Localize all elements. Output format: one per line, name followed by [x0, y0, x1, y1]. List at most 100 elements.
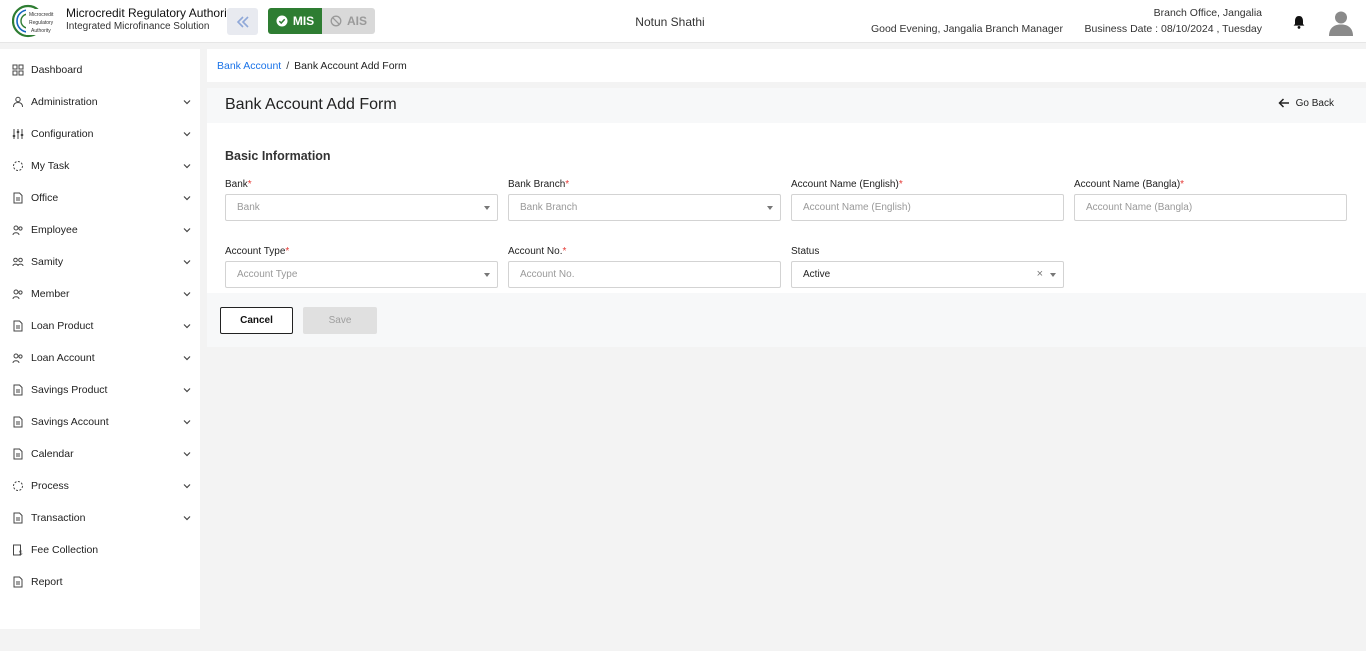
logo-line-2: Regulatory	[29, 20, 54, 26]
bank-select-placeholder: Bank	[237, 202, 260, 213]
sidebar-item-calendar[interactable]: Calendar	[0, 438, 200, 470]
sidebar-item-office[interactable]: Office	[0, 182, 200, 214]
account-name-bangla-label: Account Name (Bangla)*	[1074, 179, 1185, 190]
sidebar-item-label: Loan Account	[31, 352, 95, 364]
cancel-button[interactable]: Cancel	[220, 307, 293, 334]
chevron-down-icon	[182, 193, 192, 203]
status-select-value: Active	[803, 269, 831, 280]
ban-icon	[330, 15, 342, 27]
avatar[interactable]	[1328, 9, 1354, 36]
bank-select[interactable]: Bank	[225, 194, 498, 221]
samity-icon	[12, 256, 24, 268]
sidebar-item-my-task[interactable]: My Task	[0, 150, 200, 182]
chevron-down-icon	[182, 481, 192, 491]
mra-logo: Microcredit Regulatory Authority	[12, 4, 60, 38]
sidebar-item-savings-product[interactable]: Savings Product	[0, 374, 200, 406]
business-date: Business Date : 08/10/2024 , Tuesday	[1084, 23, 1262, 35]
sidebar-item-label: Transaction	[31, 512, 86, 524]
logo-line-3: Authority	[31, 28, 51, 34]
sidebar-item-samity[interactable]: Samity	[0, 246, 200, 278]
sidebar-item-fee-collection[interactable]: $ Fee Collection	[0, 534, 200, 566]
app-name: Notun Shathi	[635, 15, 705, 29]
account-name-bangla-input[interactable]: Account Name (Bangla)	[1074, 194, 1347, 221]
fee-collection-icon: $	[12, 544, 24, 556]
sidebar-item-member[interactable]: Member	[0, 278, 200, 310]
sidebar-item-transaction[interactable]: Transaction	[0, 502, 200, 534]
chevron-down-icon	[182, 225, 192, 235]
account-type-label: Account Type*	[225, 246, 290, 257]
sidebar-item-loan-account[interactable]: Loan Account	[0, 342, 200, 374]
chevron-down-icon	[182, 97, 192, 107]
administration-icon	[12, 96, 24, 108]
account-name-english-label: Account Name (English)*	[791, 179, 903, 190]
save-button[interactable]: Save	[303, 307, 377, 334]
mode-mis-label: MIS	[292, 14, 315, 28]
bank-label: Bank*	[225, 179, 252, 190]
check-circle-icon	[276, 15, 288, 27]
breadcrumb: Bank Account / Bank Account Add Form	[207, 49, 1366, 82]
sidebar-item-label: Administration	[31, 96, 98, 108]
breadcrumb-bank-account-link[interactable]: Bank Account	[217, 60, 281, 72]
caret-down-icon	[484, 206, 490, 210]
account-no-label: Account No.*	[508, 246, 567, 257]
user-greeting: Good Evening, Jangalia Branch Manager	[870, 23, 1063, 35]
form-actions: Cancel Save	[207, 293, 1366, 347]
task-icon	[12, 160, 24, 172]
sidebar-collapse-button[interactable]	[227, 8, 258, 35]
sidebar-item-loan-product[interactable]: Loan Product	[0, 310, 200, 342]
configuration-icon	[12, 128, 24, 140]
sidebar-item-label: Configuration	[31, 128, 94, 140]
chevron-down-icon	[182, 161, 192, 171]
sidebar-item-savings-account[interactable]: Savings Account	[0, 406, 200, 438]
sidebar-item-administration[interactable]: Administration	[0, 86, 200, 118]
chevron-down-icon	[182, 513, 192, 523]
account-type-select-placeholder: Account Type	[237, 269, 298, 280]
sidebar-item-dashboard[interactable]: Dashboard	[0, 54, 200, 86]
sidebar-item-label: Dashboard	[31, 64, 83, 76]
sidebar-item-label: Savings Account	[31, 416, 109, 428]
account-name-english-placeholder: Account Name (English)	[803, 202, 911, 213]
caret-down-icon	[1050, 273, 1056, 277]
sidebar: Dashboard Administration Configuration My T…	[0, 49, 200, 629]
bank-branch-select-placeholder: Bank Branch	[520, 202, 578, 213]
org-name: Microcredit Regulatory Authority	[66, 6, 237, 20]
chevron-down-icon	[182, 321, 192, 331]
mode-ais-button[interactable]: AIS	[322, 8, 375, 34]
bank-account-form: Basic Information Bank* Bank Bank Branch…	[207, 123, 1366, 293]
sidebar-item-process[interactable]: Process	[0, 470, 200, 502]
account-type-select[interactable]: Account Type	[225, 261, 498, 288]
account-name-bangla-placeholder: Account Name (Bangla)	[1086, 202, 1193, 213]
mode-mis-button[interactable]: MIS	[268, 8, 322, 34]
sidebar-item-label: Fee Collection	[31, 544, 99, 556]
sidebar-item-configuration[interactable]: Configuration	[0, 118, 200, 150]
sidebar-item-employee[interactable]: Employee	[0, 214, 200, 246]
caret-down-icon	[484, 273, 490, 277]
dashboard-icon	[12, 64, 24, 76]
go-back-button[interactable]: Go Back	[1278, 97, 1334, 109]
top-header: Microcredit Regulatory Authority Microcr…	[0, 0, 1366, 43]
breadcrumb-separator: /	[286, 59, 290, 72]
account-name-english-input[interactable]: Account Name (English)	[791, 194, 1064, 221]
bank-branch-select[interactable]: Bank Branch	[508, 194, 781, 221]
page-title: Bank Account Add Form	[225, 96, 397, 113]
org-subtitle: Integrated Microfinance Solution	[66, 21, 210, 32]
sidebar-item-report[interactable]: Report	[0, 566, 200, 598]
branch-office: Branch Office, Jangalia	[1153, 7, 1262, 19]
account-no-input[interactable]: Account No.	[508, 261, 781, 288]
sidebar-item-label: Member	[31, 288, 70, 300]
savings-product-icon	[12, 384, 24, 396]
bell-icon[interactable]	[1291, 14, 1307, 30]
go-back-label: Go Back	[1295, 97, 1334, 109]
sidebar-item-label: Samity	[31, 256, 64, 268]
sidebar-item-label: My Task	[31, 160, 70, 172]
sidebar-item-label: Loan Product	[31, 320, 94, 332]
clear-icon[interactable]: ×	[1037, 268, 1043, 280]
breadcrumb-current: Bank Account Add Form	[294, 59, 407, 72]
status-select[interactable]: Active ×	[791, 261, 1064, 288]
calendar-icon	[12, 448, 24, 460]
svg-text:$: $	[19, 551, 23, 556]
chevron-down-icon	[182, 417, 192, 427]
employee-icon	[12, 224, 24, 236]
section-title: Basic Information	[225, 149, 331, 163]
sidebar-item-label: Savings Product	[31, 384, 108, 396]
